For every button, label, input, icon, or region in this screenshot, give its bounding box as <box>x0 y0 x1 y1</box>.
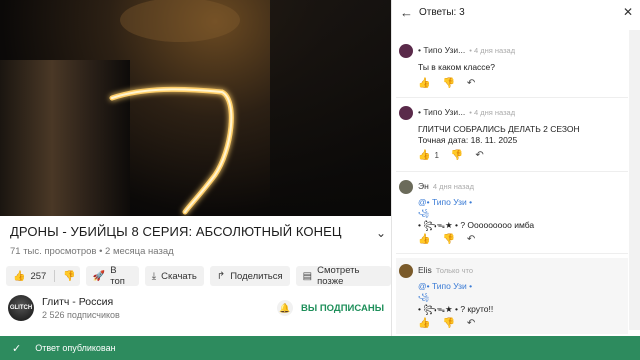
to-top-label: В топ <box>110 265 125 287</box>
reply-actions: 👍 👎 ↶ <box>418 234 475 245</box>
like-dislike-group: 👍 257 👎 <box>6 266 80 286</box>
download-icon: ⤓ <box>151 270 157 282</box>
reply-like-count: 1 <box>434 151 439 160</box>
video-meta: 71 тыс. просмотров • 2 месяца назад <box>10 246 174 257</box>
thumbs-down-icon[interactable]: 👎 <box>451 150 463 161</box>
watch-later-label: Смотреть позже <box>317 265 360 287</box>
channel-row: GLITCH Глитч - Россия 2 526 подписчиков … <box>8 295 388 325</box>
reply-item: • Типо Узи... • 4 дня назад ГЛИТЧИ СОБРАЛ… <box>396 100 628 172</box>
reply-mention[interactable]: @• Типо Узи • <box>418 197 472 207</box>
toast-text: Ответ опубликован <box>35 343 116 353</box>
divider <box>54 270 56 282</box>
scrollbar[interactable] <box>629 30 640 330</box>
video-actions: 👍 257 👎 🚀 В топ ⤓ Скачать ↱ Поделиться ▤… <box>6 265 391 288</box>
replies-title: Ответы: 3 <box>419 7 465 18</box>
reply-text: ГЛИТЧИ СОБРАЛИСЬ ДЕЛАТЬ 2 СЕЗОН <box>418 124 580 134</box>
reply-author[interactable]: Elis Только что <box>418 265 473 275</box>
reply-actions: 👍 👎 ↶ <box>418 318 475 329</box>
video-title-row[interactable]: ДРОНЫ - УБИЙЦЫ 8 СЕРИЯ: АБСОЛЮТНЫЙ КОНЕЦ… <box>10 224 386 244</box>
glowing-line-graphic <box>109 0 240 215</box>
video-page: ДРОНЫ - УБИЙЦЫ 8 СЕРИЯ: АБСОЛЮТНЫЙ КОНЕЦ… <box>0 0 391 360</box>
reply-avatar[interactable] <box>399 264 413 278</box>
subscribed-button[interactable]: 🔔 ВЫ ПОДПИСАНЫ <box>277 297 384 319</box>
replies-panel: ← Ответы: 3 ✕ • Типо Узи... • 4 дня назад… <box>391 0 640 360</box>
reply-item: Эн 4 дня назад @• Типо Узи • ꧁ • ꧂ᯓ★ • ? … <box>396 174 628 254</box>
thumbs-up-icon[interactable]: 👍 <box>418 78 430 89</box>
share-label: Поделиться <box>230 270 283 282</box>
reply-author[interactable]: • Типо Узи... • 4 дня назад <box>418 45 515 55</box>
reply-author[interactable]: Эн 4 дня назад <box>418 181 474 191</box>
reply-actions: 👍 👎 ↶ <box>418 78 475 89</box>
download-label: Скачать <box>161 270 197 282</box>
reply-avatar[interactable] <box>399 44 413 58</box>
reply-time: • 4 дня назад <box>469 46 516 55</box>
channel-name[interactable]: Глитч - Россия <box>42 296 113 308</box>
download-button[interactable]: ⤓ Скачать <box>144 266 204 286</box>
subscribed-label: ВЫ ПОДПИСАНЫ <box>301 302 384 314</box>
thumbs-up-icon[interactable]: 👍 <box>13 271 25 282</box>
chevron-down-icon[interactable]: ⌄ <box>376 226 386 240</box>
reply-avatar[interactable] <box>399 106 413 120</box>
reply-author[interactable]: • Типо Узи... • 4 дня назад <box>418 107 515 117</box>
thumbs-down-icon[interactable]: 👎 <box>442 318 454 329</box>
close-icon[interactable]: ✕ <box>623 5 633 19</box>
reply-icon[interactable]: ↶ <box>475 150 483 161</box>
channel-avatar[interactable]: GLITCH <box>8 295 34 321</box>
reply-text: Точная дата: 18. 11. 2025 <box>418 135 518 145</box>
reply-author-name: • Типо Узи... <box>418 45 466 55</box>
reply-time: 4 дня назад <box>432 182 474 191</box>
reply-mention[interactable]: @• Типо Узи • <box>418 281 472 291</box>
checkmark-icon: ✓ <box>12 342 22 355</box>
video-title: ДРОНЫ - УБИЙЦЫ 8 СЕРИЯ: АБСОЛЮТНЫЙ КОНЕЦ <box>10 224 342 239</box>
reply-time: • 4 дня назад <box>469 108 516 117</box>
channel-subscribers: 2 526 подписчиков <box>42 310 120 320</box>
reply-icon[interactable]: ↶ <box>467 318 475 329</box>
to-top-button[interactable]: 🚀 В топ <box>85 265 139 287</box>
reply-item: • Типо Узи... • 4 дня назад Ты в каком кл… <box>396 38 628 98</box>
video-player[interactable] <box>0 0 391 216</box>
bell-icon[interactable]: 🔔 <box>277 300 294 316</box>
back-arrow-icon[interactable]: ← <box>400 5 413 20</box>
thumbs-up-icon[interactable]: 👍 <box>418 318 430 329</box>
reply-text: Ты в каком классе? <box>418 62 496 72</box>
thumbs-down-icon[interactable]: 👎 <box>442 78 454 89</box>
reply-time: Только что <box>435 266 474 275</box>
like-count: 257 <box>30 270 47 282</box>
reply-icon[interactable]: ↶ <box>467 78 475 89</box>
rocket-icon: 🚀 <box>92 270 106 282</box>
thumbs-down-icon[interactable]: 👎 <box>442 234 454 245</box>
watch-later-button[interactable]: ▤ Смотреть позже <box>295 265 391 287</box>
thumbs-up-icon[interactable]: 👍 <box>418 150 430 161</box>
share-button[interactable]: ↱ Поделиться <box>209 266 290 286</box>
reply-icon[interactable]: ↶ <box>467 234 475 245</box>
share-icon: ↱ <box>216 270 226 282</box>
reply-author-name: • Типо Узи... <box>418 107 466 117</box>
toast-notification: ✓ Ответ опубликован <box>0 336 640 360</box>
reply-item: Elis Только что @• Типо Узи • ꧁ • ꧂ᯓ★ • ?… <box>396 258 628 334</box>
reply-avatar[interactable] <box>399 180 413 194</box>
thumbs-up-icon[interactable]: 👍 <box>418 234 430 245</box>
watch-later-icon: ▤ <box>302 270 313 282</box>
reply-author-name: Elis <box>418 265 432 275</box>
reply-author-name: Эн <box>418 181 429 191</box>
replies-header: ← Ответы: 3 ✕ <box>392 0 640 26</box>
thumbs-down-icon[interactable]: 👎 <box>63 271 75 282</box>
reply-actions: 👍 1 👎 ↶ <box>418 150 484 161</box>
